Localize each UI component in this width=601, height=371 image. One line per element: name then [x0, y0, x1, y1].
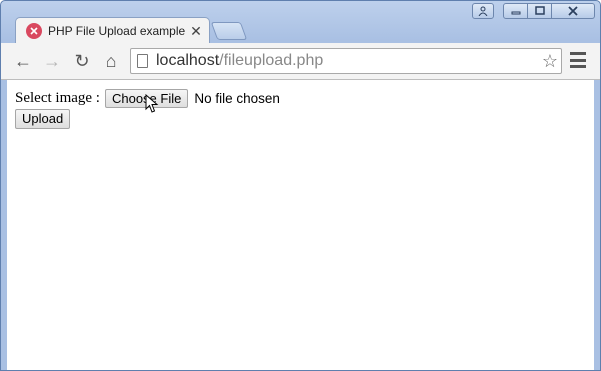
minimize-button[interactable]: [503, 3, 528, 19]
browser-toolbar: ← → ↻ ⌂ localhost/fileupload.php ☆: [1, 43, 600, 80]
maximize-button[interactable]: [528, 3, 552, 19]
upload-button[interactable]: Upload: [15, 109, 71, 129]
forward-arrow-icon[interactable]: →: [41, 50, 63, 72]
maximize-icon: [534, 6, 545, 15]
page-icon: [137, 54, 148, 68]
browser-tab[interactable]: PHP File Upload example ✕: [15, 17, 210, 44]
hamburger-menu-icon[interactable]: [570, 52, 586, 68]
bookmark-star-icon[interactable]: ☆: [542, 51, 558, 72]
select-image-label: Select image :: [15, 90, 100, 106]
home-icon[interactable]: ⌂: [100, 50, 122, 72]
person-icon[interactable]: [472, 3, 494, 19]
page-content: Select image : Choose File No file chose…: [7, 80, 594, 370]
back-arrow-icon[interactable]: ←: [12, 50, 34, 72]
tab-close-icon[interactable]: ✕: [189, 23, 203, 40]
new-tab-button[interactable]: [210, 22, 248, 40]
file-status-text: No file chosen: [194, 91, 280, 106]
xampp-icon: [26, 23, 42, 39]
address-bar[interactable]: localhost/fileupload.php ☆: [130, 48, 562, 74]
url-host: localhost: [156, 52, 220, 69]
reload-icon[interactable]: ↻: [71, 50, 93, 72]
close-icon: [568, 6, 578, 16]
title-bar: PHP File Upload example ✕: [1, 1, 600, 44]
url-path: /fileupload.php: [219, 52, 324, 69]
close-button[interactable]: [552, 3, 595, 19]
tab-title: PHP File Upload example: [48, 24, 186, 38]
mouse-cursor-icon: [145, 94, 159, 113]
minimize-icon: [511, 11, 520, 15]
browser-window: PHP File Upload example ✕ ← → ↻ ⌂ localh…: [0, 0, 601, 371]
